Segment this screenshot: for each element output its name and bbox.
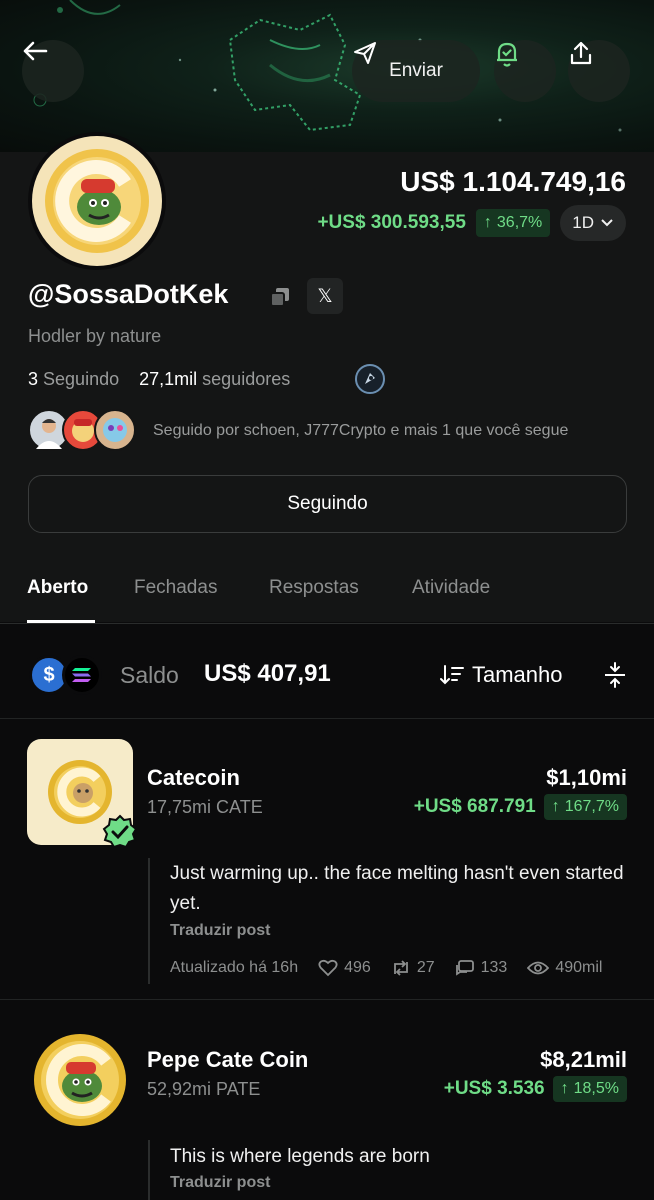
arrow-left-icon: [23, 41, 48, 61]
position-value: $1,10mi: [546, 765, 627, 790]
paper-plane-icon: [354, 42, 376, 64]
period-selector[interactable]: 1D: [560, 205, 626, 241]
balance-label: Saldo: [120, 662, 179, 688]
position-pct: 18,5%: [573, 1080, 619, 1097]
portfolio-pct-badge: ↑ 36,7%: [475, 209, 551, 237]
arrow-up-icon: ↑: [560, 1080, 569, 1097]
position-value: $8,21mil: [540, 1047, 627, 1072]
post-meta: Atualizado há 16h 496 27 133 490mil: [170, 959, 602, 977]
tab-respostas[interactable]: Respostas: [269, 577, 359, 599]
pepe-cate-coin-icon: [34, 1034, 126, 1126]
heart-icon: [318, 959, 338, 977]
tab-atividade[interactable]: Atividade: [412, 577, 490, 599]
collapse-icon[interactable]: [603, 662, 627, 688]
banner-art: [33, 0, 622, 132]
views-stat: 490mil: [527, 959, 602, 977]
position-pnl: +US$ 687.791: [413, 796, 536, 817]
followed-by-text: Seguido por schoen, J777Crypto e mais 1 …: [153, 422, 569, 439]
comments-count: 133: [480, 959, 508, 976]
solana-icon: [62, 655, 102, 695]
nft-avatar-icon: [103, 418, 127, 442]
portfolio-pnl: +US$ 300.593,55: [317, 212, 466, 233]
reposts-count: 27: [416, 959, 435, 976]
translate-post-link[interactable]: Traduzir post: [170, 1174, 270, 1192]
following-count: 3: [28, 369, 39, 389]
catecoin-logo-icon: [45, 149, 149, 253]
arrow-up-icon: ↑: [551, 798, 560, 815]
thread-line: [148, 1140, 150, 1200]
position-pnl: +US$ 3.536: [443, 1078, 545, 1099]
position-pnl-row: +US$ 687.791 ↑ 167,7%: [414, 794, 627, 820]
followers-stat[interactable]: 27,1mil seguidores: [139, 369, 290, 390]
comment-icon: [455, 960, 474, 976]
following-button[interactable]: Seguindo: [28, 475, 627, 533]
profile-avatar[interactable]: [28, 132, 166, 270]
verified-badge-icon: [102, 814, 138, 849]
copy-icon[interactable]: [268, 285, 292, 309]
repost-icon: [393, 960, 408, 976]
position-pct-badge: ↑ 167,7%: [543, 794, 627, 820]
portfolio-balance: US$ 1.104.749,16: [400, 166, 626, 197]
views-count: 490mil: [555, 959, 603, 976]
translate-post-link[interactable]: Traduzir post: [170, 922, 270, 940]
following-stat[interactable]: 3 Seguindo: [28, 369, 119, 390]
likes-count: 496: [344, 959, 371, 976]
profile-handle: @SossaDotKek: [28, 279, 229, 309]
sort-button[interactable]: Tamanho: [440, 662, 563, 688]
thread-line: [148, 858, 150, 984]
position-qty: 17,75mi CATE: [147, 797, 263, 817]
sort-icon: [440, 665, 464, 685]
x-logo-icon: 𝕏: [317, 285, 333, 307]
solana-logo-icon: [72, 668, 91, 682]
position-post: This is where legends are born: [170, 1146, 430, 1167]
send-label: Enviar: [389, 60, 443, 81]
position-pnl-row: +US$ 3.536 ↑ 18,5%: [444, 1076, 627, 1102]
divider: [0, 999, 654, 1000]
pepe-cate-thumb: [27, 1027, 133, 1133]
followers-label: seguidores: [202, 369, 291, 389]
profile-bio: Hodler by nature: [28, 326, 162, 346]
mutual-avatar-3: [94, 409, 136, 451]
bell-check-icon: [497, 42, 517, 67]
profile-banner: Enviar: [0, 0, 654, 152]
follow-stats: 3 Seguindo 27,1mil seguidores: [28, 369, 290, 390]
position-qty: 52,92mi PATE: [147, 1079, 261, 1099]
position-pct: 167,7%: [564, 798, 619, 815]
share-icon: [570, 41, 592, 65]
portfolio-pnl-row: +US$ 300.593,55 ↑ 36,7% 1D: [317, 205, 626, 241]
likes-stat[interactable]: 496: [318, 959, 371, 977]
tab-aberto[interactable]: Aberto: [27, 577, 88, 599]
sort-label: Tamanho: [472, 662, 563, 687]
back-button[interactable]: [22, 40, 84, 102]
tab-fechadas[interactable]: Fechadas: [134, 577, 217, 599]
period-value: 1D: [572, 213, 594, 232]
profile-tabs: Aberto Fechadas Respostas Atividade: [0, 560, 654, 624]
share-button[interactable]: [568, 40, 630, 102]
eye-icon: [527, 961, 550, 975]
position-name: Pepe Cate Coin: [147, 1047, 309, 1072]
balance-value: US$ 407,91: [204, 660, 331, 687]
active-tab-indicator: [27, 620, 95, 623]
mutual-followers-avatars[interactable]: [28, 409, 138, 453]
notifications-button[interactable]: [494, 40, 556, 102]
rocket-icon: [365, 373, 375, 384]
following-label: Seguindo: [43, 369, 120, 389]
achievement-badge[interactable]: [355, 364, 385, 394]
position-pct-badge: ↑ 18,5%: [552, 1076, 627, 1102]
reposts-stat[interactable]: 27: [391, 959, 435, 977]
x-profile-link[interactable]: 𝕏: [307, 278, 343, 314]
followers-count: 27,1mil: [139, 369, 198, 389]
position-post: Just warming up.. the face melting hasn'…: [170, 863, 624, 914]
comments-stat[interactable]: 133: [455, 959, 508, 977]
chevron-down-icon: [601, 219, 613, 227]
arrow-up-icon: ↑: [483, 214, 492, 231]
send-button[interactable]: Enviar: [352, 40, 480, 102]
position-name: Catecoin: [147, 765, 240, 790]
updated-time: Atualizado há 16h: [170, 959, 299, 976]
portfolio-pct: 36,7%: [496, 214, 543, 231]
